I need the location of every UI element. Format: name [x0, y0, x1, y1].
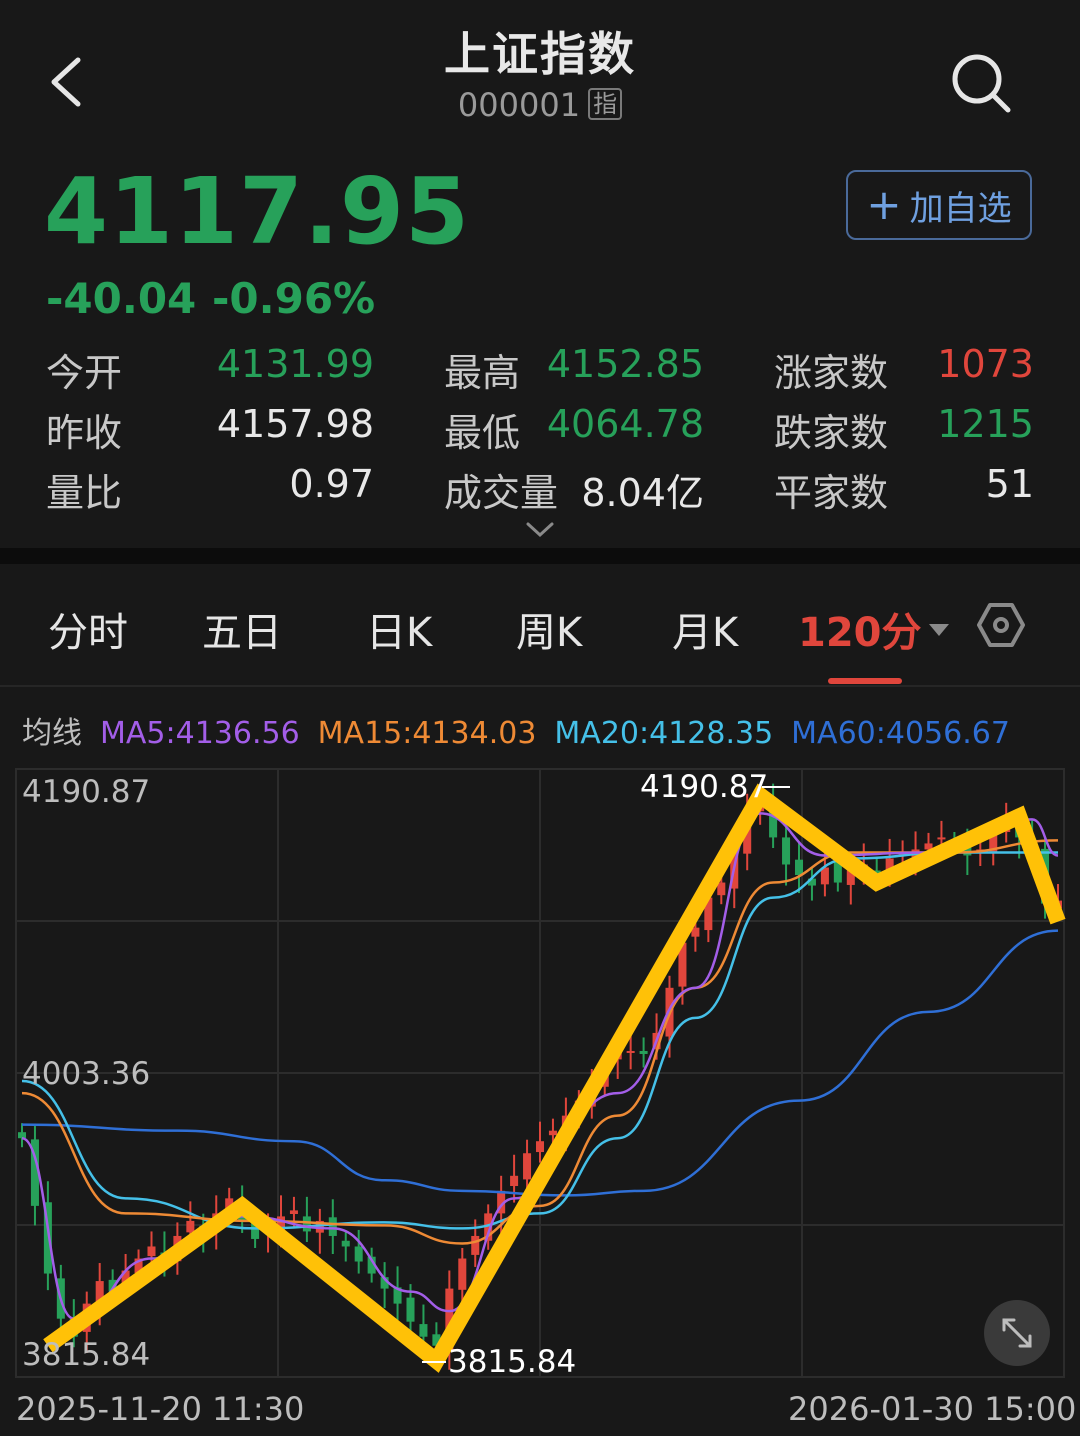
- y-axis-label-top: 4190.87: [22, 774, 150, 810]
- stock-code: 000001 指: [0, 86, 1080, 124]
- last-price: 4117.95: [44, 158, 471, 265]
- candle-body: [147, 1246, 156, 1257]
- down-count-value: 1215: [937, 402, 1034, 446]
- ma-legend: 均线 MA5:4136.56 MA15:4134.03 MA20:4128.35 MA6…: [22, 708, 1028, 752]
- candle-body: [458, 1258, 467, 1290]
- flat-count-label: 平家数: [774, 471, 889, 515]
- up-count-value: 1073: [937, 342, 1034, 386]
- index-tag: 指: [588, 88, 623, 120]
- tab-five-day[interactable]: 五日: [202, 600, 282, 658]
- candle-body: [289, 1210, 298, 1214]
- prev-close-value: 4157.98: [216, 402, 374, 446]
- candle-body: [302, 1216, 311, 1232]
- overlay-zigzag: [43, 783, 1066, 1373]
- ma-legend-label: 均线: [22, 716, 82, 751]
- high-label: 最高: [444, 351, 521, 395]
- ma20-value: MA20:4128.35: [554, 716, 774, 751]
- ma15-value: MA15:4134.03: [317, 716, 537, 751]
- fullscreen-button[interactable]: [984, 1300, 1050, 1366]
- candle-body: [328, 1217, 337, 1236]
- expand-arrows-icon: [1002, 1318, 1032, 1348]
- candlestick-chart[interactable]: 4190.87 4003.36 3815.84 4190.87 3815.84: [0, 765, 1080, 1385]
- page-title: 上证指数: [444, 27, 636, 81]
- tabs-border: [0, 685, 1080, 687]
- low-label: 最低: [444, 411, 521, 455]
- ma5-value: MA5:4136.56: [100, 716, 300, 751]
- down-count-label: 跌家数: [774, 411, 889, 455]
- volume-value: 8.04亿: [581, 471, 704, 515]
- candle-body: [341, 1240, 350, 1247]
- tab-120min[interactable]: 120分: [798, 600, 952, 658]
- low-value: 4064.78: [546, 402, 704, 446]
- price-change: -40.04: [46, 274, 197, 323]
- x-axis-end-date: 2026-01-30 15:00: [788, 1390, 1077, 1428]
- candle-body: [523, 1153, 532, 1180]
- section-divider: [0, 548, 1080, 564]
- candle-body: [419, 1324, 428, 1337]
- y-axis-label-mid: 4003.36: [22, 1056, 150, 1092]
- x-axis-start-date: 2025-11-20 11:30: [16, 1390, 305, 1428]
- max-price-marker: 4190.87: [640, 769, 768, 805]
- open-value: 4131.99: [216, 342, 374, 386]
- candle-body: [406, 1297, 415, 1322]
- candle-body: [354, 1246, 363, 1262]
- min-price-marker: 3815.84: [448, 1344, 576, 1380]
- hexagon-settings-icon[interactable]: [976, 600, 1026, 650]
- candle-body: [937, 837, 946, 840]
- search-icon[interactable]: [948, 50, 1014, 116]
- candle-body: [548, 1130, 557, 1136]
- y-axis-label-bottom: 3815.84: [22, 1337, 150, 1373]
- candle-body: [639, 1050, 648, 1054]
- candle-body: [471, 1235, 480, 1255]
- candle-body: [535, 1141, 545, 1153]
- volume-label: 成交量: [444, 471, 559, 515]
- candle-body: [186, 1220, 195, 1233]
- plus-icon: +: [866, 180, 902, 229]
- tab-120min-label: 120分: [798, 610, 922, 656]
- candle-body: [626, 1050, 635, 1053]
- tab-daily-k[interactable]: 日K: [366, 600, 432, 658]
- tab-monthly-k[interactable]: 月K: [672, 600, 738, 658]
- ma60-value: MA60:4056.67: [791, 716, 1010, 751]
- prev-close-label: 昨收: [46, 411, 123, 455]
- add-to-watchlist-button[interactable]: + 加自选: [846, 170, 1032, 240]
- open-label: 今开: [46, 351, 123, 395]
- candle-body: [510, 1175, 519, 1187]
- volume-ratio-label: 量比: [46, 471, 123, 515]
- triangle-down-icon: [928, 624, 949, 636]
- up-count-label: 涨家数: [774, 351, 889, 395]
- chevron-down-icon[interactable]: [524, 520, 556, 540]
- high-value: 4152.85: [546, 342, 704, 386]
- add-to-watchlist-label: 加自选: [909, 188, 1012, 229]
- active-tab-indicator: [828, 678, 902, 684]
- candle-body: [717, 882, 726, 896]
- price-change-percent: -0.96%: [212, 274, 376, 323]
- flat-count-value: 51: [985, 462, 1034, 506]
- tab-weekly-k[interactable]: 周K: [516, 600, 582, 658]
- candle-body: [794, 859, 804, 876]
- candle-body: [782, 837, 791, 865]
- stock-code-value: 000001: [457, 86, 581, 124]
- overlay-zigzag-line: [43, 783, 1066, 1373]
- tab-intraday[interactable]: 分时: [48, 600, 128, 658]
- volume-ratio-value: 0.97: [289, 462, 374, 506]
